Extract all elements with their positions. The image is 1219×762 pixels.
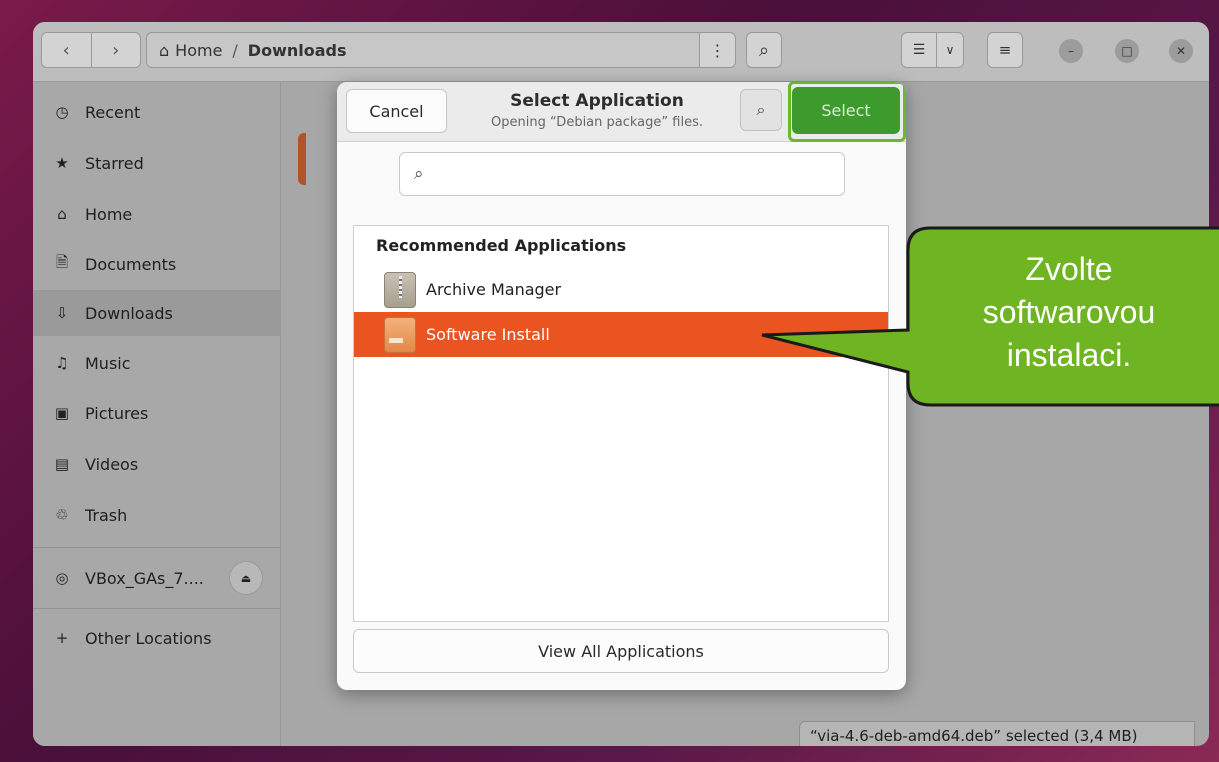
close-icon: ✕	[1175, 44, 1187, 58]
app-row-archive-manager[interactable]: Archive Manager	[354, 267, 888, 312]
path-home[interactable]: ⌂ Home	[159, 41, 222, 60]
view-options-button[interactable]: ∨	[936, 32, 964, 68]
header-bar: ‹ › ⌂ Home / Downloads ⋮ ⌕ ☰ ∨ ≡ – □ ✕	[33, 22, 1209, 82]
sidebar: ◷ Recent ★ Starred ⌂ Home 🗎 Documents ⇩ …	[33, 83, 281, 746]
sidebar-item-home[interactable]: ⌂ Home	[33, 191, 281, 237]
select-application-dialog: Cancel Select Application Opening “Debia…	[337, 82, 906, 690]
search-button[interactable]: ⌕	[746, 32, 782, 68]
sidebar-item-documents[interactable]: 🗎 Documents	[33, 241, 281, 287]
sidebar-item-label: Home	[85, 204, 133, 224]
chevron-down-icon: ∨	[945, 43, 955, 57]
dialog-search-button[interactable]: ⌕	[740, 89, 782, 131]
sidebar-item-label: Documents	[85, 254, 177, 274]
background-file-icon	[298, 133, 306, 185]
close-button[interactable]: ✕	[1169, 39, 1193, 63]
archive-manager-icon	[384, 271, 416, 308]
trash-icon: ♲	[55, 506, 69, 524]
minimize-button[interactable]: –	[1059, 39, 1083, 63]
sidebar-separator	[33, 547, 281, 548]
path-menu-button[interactable]: ⋮	[699, 33, 735, 67]
callout-line: instalaci.	[1006, 337, 1132, 373]
maximize-button[interactable]: □	[1115, 39, 1139, 63]
sidebar-item-music[interactable]: ♫ Music	[33, 340, 281, 386]
eject-button[interactable]: ⏏	[229, 561, 263, 595]
view-all-applications-button[interactable]: View All Applications	[353, 629, 889, 673]
maximize-icon: □	[1121, 44, 1133, 58]
clock-icon: ◷	[55, 103, 69, 121]
app-row-software-install[interactable]: Software Install	[354, 312, 888, 357]
forward-button[interactable]: ›	[90, 33, 141, 67]
home-icon: ⌂	[57, 205, 67, 223]
path-home-label: Home	[175, 40, 223, 60]
callout-line: Zvolte	[1025, 251, 1113, 287]
sidebar-item-label: Other Locations	[85, 628, 212, 648]
callout-text: Zvolte softwarovou instalaci.	[922, 248, 1216, 377]
app-search-input[interactable]: ⌕	[399, 152, 845, 196]
sidebar-item-trash[interactable]: ♲ Trash	[33, 492, 281, 538]
sidebar-item-label: VBox_GAs_7....	[85, 568, 204, 588]
main-menu-button[interactable]: ≡	[987, 32, 1023, 68]
view-toggle-button[interactable]: ☰	[901, 32, 937, 68]
sidebar-item-videos[interactable]: ▤ Videos	[33, 441, 281, 487]
list-view-icon: ☰	[912, 42, 926, 58]
minimize-icon: –	[1068, 44, 1074, 58]
sidebar-item-label: Recent	[85, 102, 141, 122]
sidebar-item-label: Downloads	[85, 303, 173, 323]
picture-icon: ▣	[54, 404, 70, 422]
plus-icon: +	[55, 629, 69, 647]
callout-line: softwarovou	[982, 294, 1156, 330]
select-button[interactable]: Select	[792, 87, 900, 134]
sidebar-item-starred[interactable]: ★ Starred	[33, 140, 281, 186]
list-heading: Recommended Applications	[376, 236, 627, 255]
search-icon: ⌕	[414, 164, 424, 184]
download-icon: ⇩	[55, 304, 69, 322]
document-icon: 🗎	[55, 252, 69, 271]
app-list: Recommended Applications Archive Manager…	[353, 225, 889, 622]
cancel-button[interactable]: Cancel	[346, 89, 447, 133]
sidebar-item-label: Trash	[85, 505, 128, 525]
sidebar-item-recent[interactable]: ◷ Recent	[33, 89, 281, 135]
hamburger-icon: ≡	[998, 41, 1012, 59]
path-separator: /	[232, 40, 238, 60]
status-bar: “via-4.6-deb-amd64.deb” selected (3,4 MB…	[799, 721, 1195, 746]
dialog-title: Select Application	[510, 91, 684, 111]
sidebar-item-label: Videos	[85, 454, 139, 474]
app-name: Software Install	[426, 325, 550, 344]
search-icon: ⌕	[758, 39, 770, 61]
path-bar: ⌂ Home / Downloads ⋮	[146, 32, 736, 68]
sidebar-item-label: Pictures	[85, 403, 149, 423]
sidebar-item-label: Starred	[85, 153, 144, 173]
star-icon: ★	[55, 154, 69, 172]
sidebar-item-label: Music	[85, 353, 131, 373]
sidebar-item-pictures[interactable]: ▣ Pictures	[33, 390, 281, 436]
home-icon: ⌂	[159, 40, 170, 60]
app-name: Archive Manager	[426, 280, 562, 299]
navigation-buttons: ‹ ›	[41, 32, 141, 68]
video-icon: ▤	[54, 455, 70, 473]
vertical-dots-icon: ⋮	[709, 40, 726, 60]
disc-icon: ◎	[55, 569, 69, 587]
back-button[interactable]: ‹	[42, 33, 91, 67]
sidebar-item-other-locations[interactable]: + Other Locations	[33, 615, 281, 661]
path-current[interactable]: Downloads	[248, 41, 347, 60]
sidebar-separator	[33, 608, 281, 609]
software-install-icon	[384, 316, 416, 353]
music-icon: ♫	[55, 354, 69, 372]
sidebar-item-downloads[interactable]: ⇩ Downloads	[33, 290, 281, 336]
eject-icon: ⏏	[240, 571, 252, 585]
dialog-subtitle: Opening “Debian package” files.	[491, 115, 703, 130]
sidebar-item-drive[interactable]: ◎ VBox_GAs_7.... ⏏	[33, 555, 281, 601]
search-icon: ⌕	[756, 100, 766, 119]
